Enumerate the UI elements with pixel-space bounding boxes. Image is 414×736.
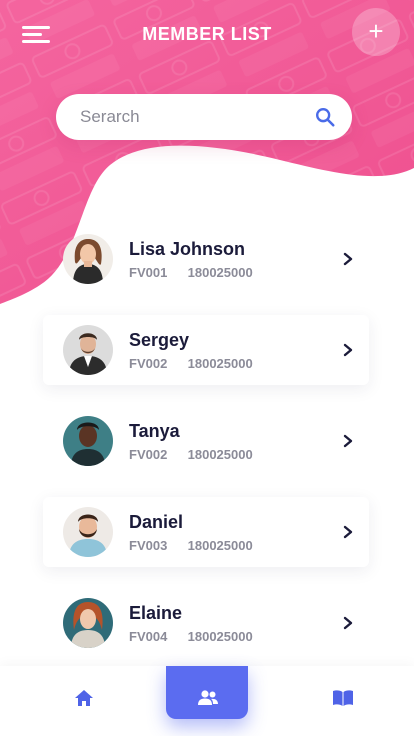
- home-icon: [75, 690, 93, 706]
- member-number: 180025000: [187, 447, 253, 462]
- member-meta: FV002 180025000: [129, 356, 253, 371]
- chevron-right-icon: [343, 252, 353, 266]
- member-row[interactable]: Elaine FV004 180025000: [43, 588, 369, 658]
- member-meta: FV002 180025000: [129, 447, 253, 462]
- nav-home[interactable]: [43, 666, 125, 736]
- add-member-button[interactable]: +: [352, 8, 400, 56]
- member-meta: FV001 180025000: [129, 265, 253, 280]
- avatar: [63, 234, 113, 284]
- member-code: FV001: [129, 265, 168, 280]
- member-code: FV002: [129, 356, 168, 371]
- member-code: FV003: [129, 538, 168, 553]
- member-row[interactable]: Tanya FV002 180025000: [43, 406, 369, 476]
- chevron-right-icon: [343, 616, 353, 630]
- member-row[interactable]: Sergey FV002 180025000: [43, 315, 369, 385]
- search-input[interactable]: [80, 94, 300, 140]
- member-number: 180025000: [187, 265, 253, 280]
- member-row[interactable]: Lisa Johnson FV001 180025000: [43, 224, 369, 294]
- chevron-right-icon: [343, 525, 353, 539]
- nav-members[interactable]: [166, 666, 248, 719]
- member-number: 180025000: [187, 356, 253, 371]
- member-name: Sergey: [129, 330, 190, 350]
- avatar: [63, 507, 113, 557]
- member-row[interactable]: Daniel FV003 180025000: [43, 497, 369, 567]
- member-name: Tanya: [129, 421, 180, 441]
- chevron-right-icon: [343, 434, 353, 448]
- member-name: Elaine: [129, 603, 183, 623]
- member-meta: FV003 180025000: [129, 538, 253, 553]
- member-name: Lisa Johnson: [129, 239, 246, 259]
- member-number: 180025000: [187, 629, 253, 644]
- member-code: FV004: [129, 629, 168, 644]
- member-list: Lisa Johnson FV001 180025000 Sergey FV00…: [43, 224, 369, 679]
- search-bar: [56, 94, 352, 140]
- chevron-right-icon: [343, 343, 353, 357]
- bottom-nav: [0, 666, 414, 736]
- nav-book[interactable]: [301, 666, 383, 736]
- member-meta: FV004 180025000: [129, 629, 253, 644]
- member-list-screen: MEMBER LIST + Lisa Johnson FV001 1800250…: [0, 0, 414, 736]
- app-header: MEMBER LIST +: [0, 0, 414, 70]
- member-name: Daniel: [129, 512, 184, 532]
- avatar: [63, 325, 113, 375]
- search-icon[interactable]: [314, 106, 336, 128]
- avatar: [63, 416, 113, 466]
- member-number: 180025000: [187, 538, 253, 553]
- book-icon: [333, 690, 353, 706]
- avatar: [63, 598, 113, 648]
- people-icon: [198, 690, 218, 705]
- member-code: FV002: [129, 447, 168, 462]
